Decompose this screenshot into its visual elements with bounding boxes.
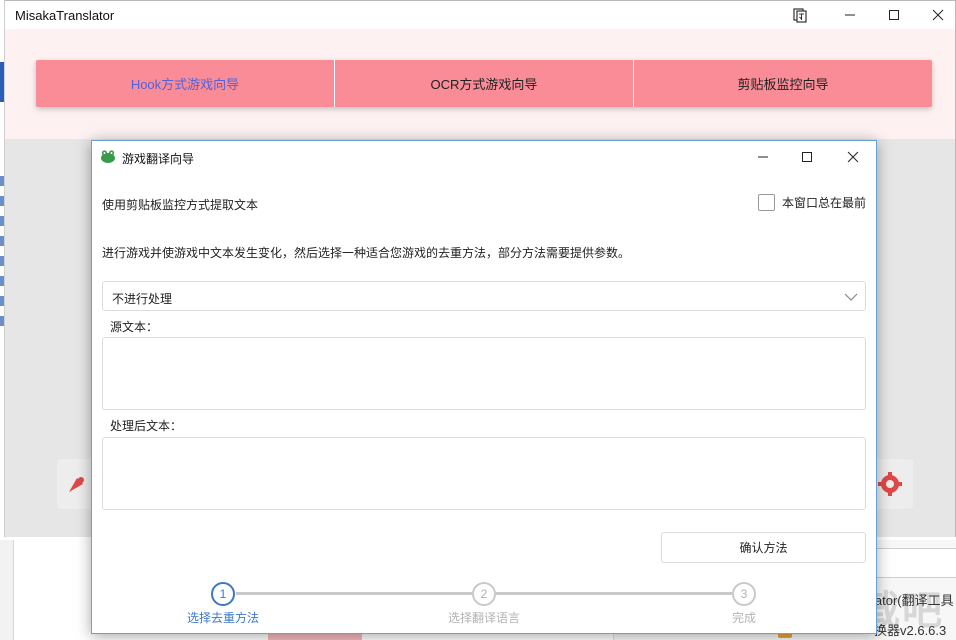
background-sidebar <box>0 540 14 640</box>
always-on-top-option[interactable]: 本窗口总在最前 <box>757 194 866 211</box>
minimize-button[interactable] <box>827 1 873 29</box>
dialog-minimize-button[interactable] <box>740 143 786 171</box>
wizard-tab-bar: Hook方式游戏向导 OCR方式游戏向导 剪贴板监控向导 <box>36 60 932 107</box>
dialog-titlebar: 游戏翻译向导 <box>92 141 876 173</box>
app-titlebar: MisakaTranslator <box>5 1 955 29</box>
frog-app-icon <box>101 150 115 163</box>
stepper-connector <box>236 592 472 595</box>
step-2-indicator: 2 <box>472 582 496 606</box>
background-input-box <box>876 548 956 578</box>
step-1-indicator: 1 <box>211 582 235 606</box>
processed-text-field[interactable] <box>102 437 866 510</box>
dialog-close-button[interactable] <box>830 143 876 171</box>
confirm-method-button[interactable]: 确认方法 <box>661 532 866 563</box>
always-on-top-checkbox[interactable] <box>757 194 775 211</box>
stepper-connector <box>496 592 732 595</box>
always-on-top-label: 本窗口总在最前 <box>781 196 866 210</box>
background-list-text: lator(翻译工具 <box>872 593 954 608</box>
close-button[interactable] <box>915 1 956 29</box>
dialog-title: 游戏翻译向导 <box>122 152 195 166</box>
source-text-field[interactable] <box>102 337 866 410</box>
app-title: MisakaTranslator <box>15 8 115 23</box>
tab-ocr-wizard[interactable]: OCR方式游戏向导 <box>335 60 634 107</box>
background-list-text: 换器v2.6.6.3 <box>874 623 947 638</box>
maximize-button[interactable] <box>871 1 917 29</box>
tab-hook-wizard[interactable]: Hook方式游戏向导 <box>36 60 335 107</box>
step-1-label: 选择去重方法 <box>186 611 260 625</box>
dedup-method-value: 不进行处理 <box>112 292 173 306</box>
step-2-label: 选择翻译语言 <box>447 611 521 625</box>
dedup-method-select[interactable]: 不进行处理 <box>102 281 866 311</box>
source-text-label: 源文本： <box>110 320 159 334</box>
processed-text-label: 处理后文本： <box>110 419 183 433</box>
step-3-indicator: 3 <box>732 582 756 606</box>
translation-wizard-dialog: 游戏翻译向导 使用剪贴板监控方式提取文本 本窗口总在最前 进行游戏并使游戏中文本… <box>91 140 877 634</box>
translate-icon[interactable] <box>777 1 823 29</box>
chevron-down-icon <box>844 293 858 301</box>
gear-icon <box>878 472 902 496</box>
wizard-instructions: 进行游戏并使游戏中文本发生变化，然后选择一种适合您游戏的去重方法，部分方法需要提… <box>102 246 631 260</box>
dialog-maximize-button[interactable] <box>784 143 830 171</box>
tab-clipboard-wizard[interactable]: 剪贴板监控向导 <box>634 60 932 107</box>
rocket-icon <box>69 477 84 492</box>
step-3-label: 完成 <box>731 611 757 625</box>
wizard-heading: 使用剪贴板监控方式提取文本 <box>102 198 259 212</box>
